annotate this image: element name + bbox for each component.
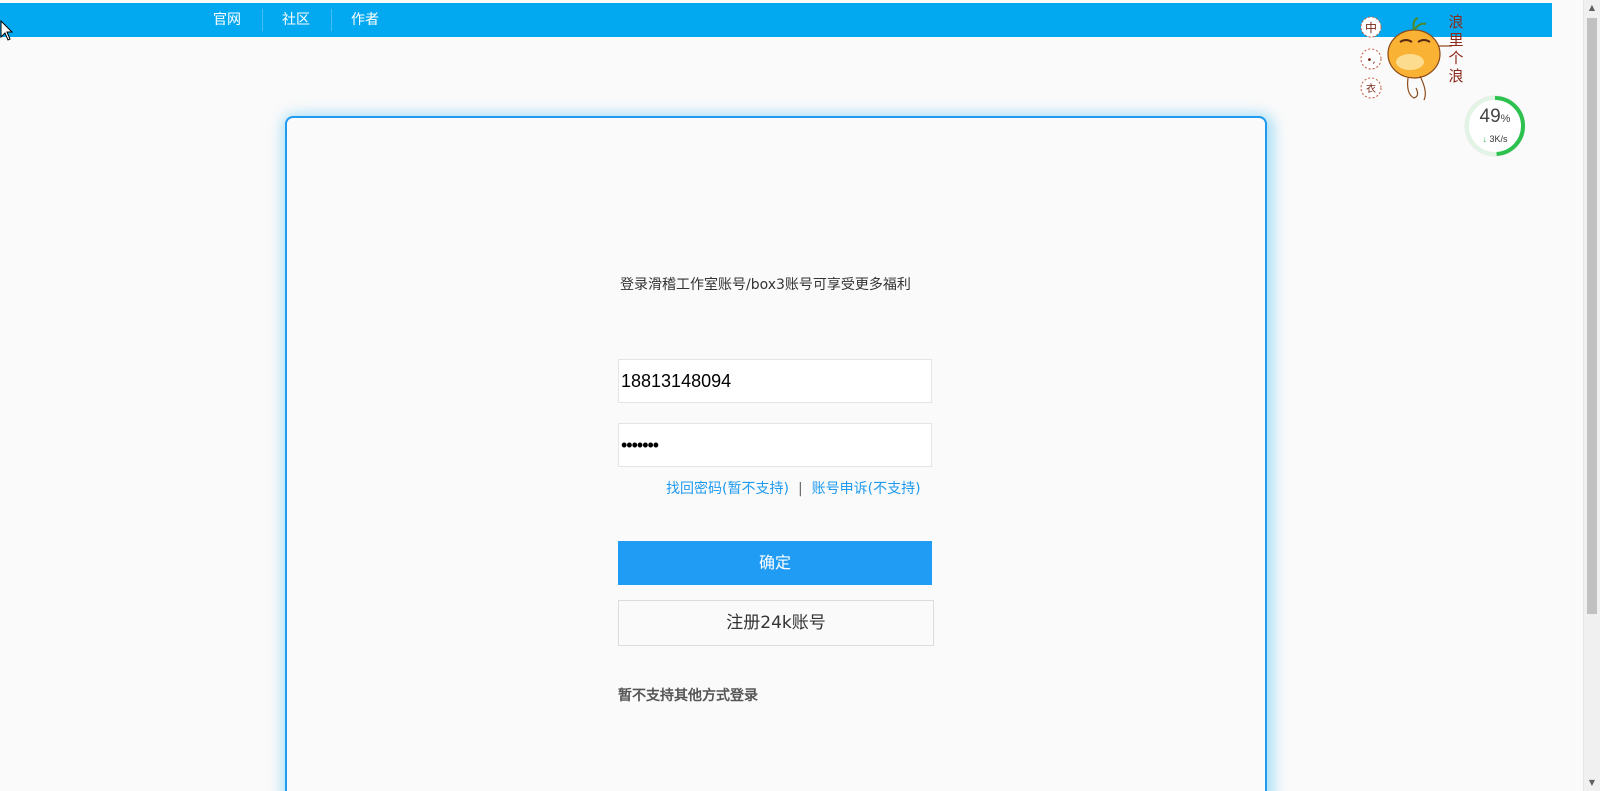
register-button[interactable]: 注册24k账号: [618, 600, 934, 646]
account-appeal-link[interactable]: 账号申诉(不支持): [812, 481, 921, 497]
mascot-slogan-char: 浪: [1448, 13, 1464, 31]
mascot-button-label: 衣: [1366, 82, 1376, 95]
mascot-button-label: 中: [1365, 20, 1377, 35]
mascot-slogan-char: 浪: [1448, 67, 1464, 85]
nav-divider: [262, 9, 263, 31]
mascot-slogan-char: 个: [1448, 49, 1464, 67]
password-input[interactable]: •••••••: [618, 423, 932, 467]
nav-divider: [331, 9, 332, 31]
link-separator: |: [797, 481, 803, 497]
scrollbar-thumb[interactable]: [1587, 18, 1597, 614]
nav-item-official-site[interactable]: 官网: [204, 3, 250, 37]
vertical-scrollbar[interactable]: ▲ ▼: [1583, 0, 1600, 791]
network-speed-widget[interactable]: 49% ↓ 3K/s: [1462, 93, 1528, 159]
scroll-down-arrow-icon[interactable]: ▼: [1584, 775, 1600, 791]
login-subtitle: 登录滑稽工作室账号/box3账号可享受更多福利: [620, 277, 911, 293]
other-login-notice: 暂不支持其他方式登录: [618, 688, 758, 704]
forgot-password-link[interactable]: 找回密码(暂不支持): [666, 481, 789, 497]
account-help-links: 找回密码(暂不支持) | 账号申诉(不支持): [666, 478, 921, 498]
mascot-slogan: 浪 里 个 浪: [1446, 13, 1466, 85]
network-percent: 49%: [1479, 106, 1511, 127]
mascot-button-label: •,: [1366, 55, 1375, 66]
nav-item-community[interactable]: 社区: [273, 3, 319, 37]
network-speed: ↓ 3K/s: [1482, 134, 1508, 144]
mouse-cursor-icon: [0, 20, 14, 41]
account-input[interactable]: 18813148094: [618, 359, 932, 403]
download-arrow-icon: ↓: [1482, 134, 1487, 144]
mascot-slogan-char: 里: [1448, 31, 1464, 49]
confirm-button[interactable]: 确定: [618, 541, 932, 585]
scroll-up-arrow-icon[interactable]: ▲: [1584, 0, 1600, 16]
top-nav-bar: 官网 社区 作者: [0, 3, 1552, 37]
nav-item-author[interactable]: 作者: [342, 3, 388, 37]
